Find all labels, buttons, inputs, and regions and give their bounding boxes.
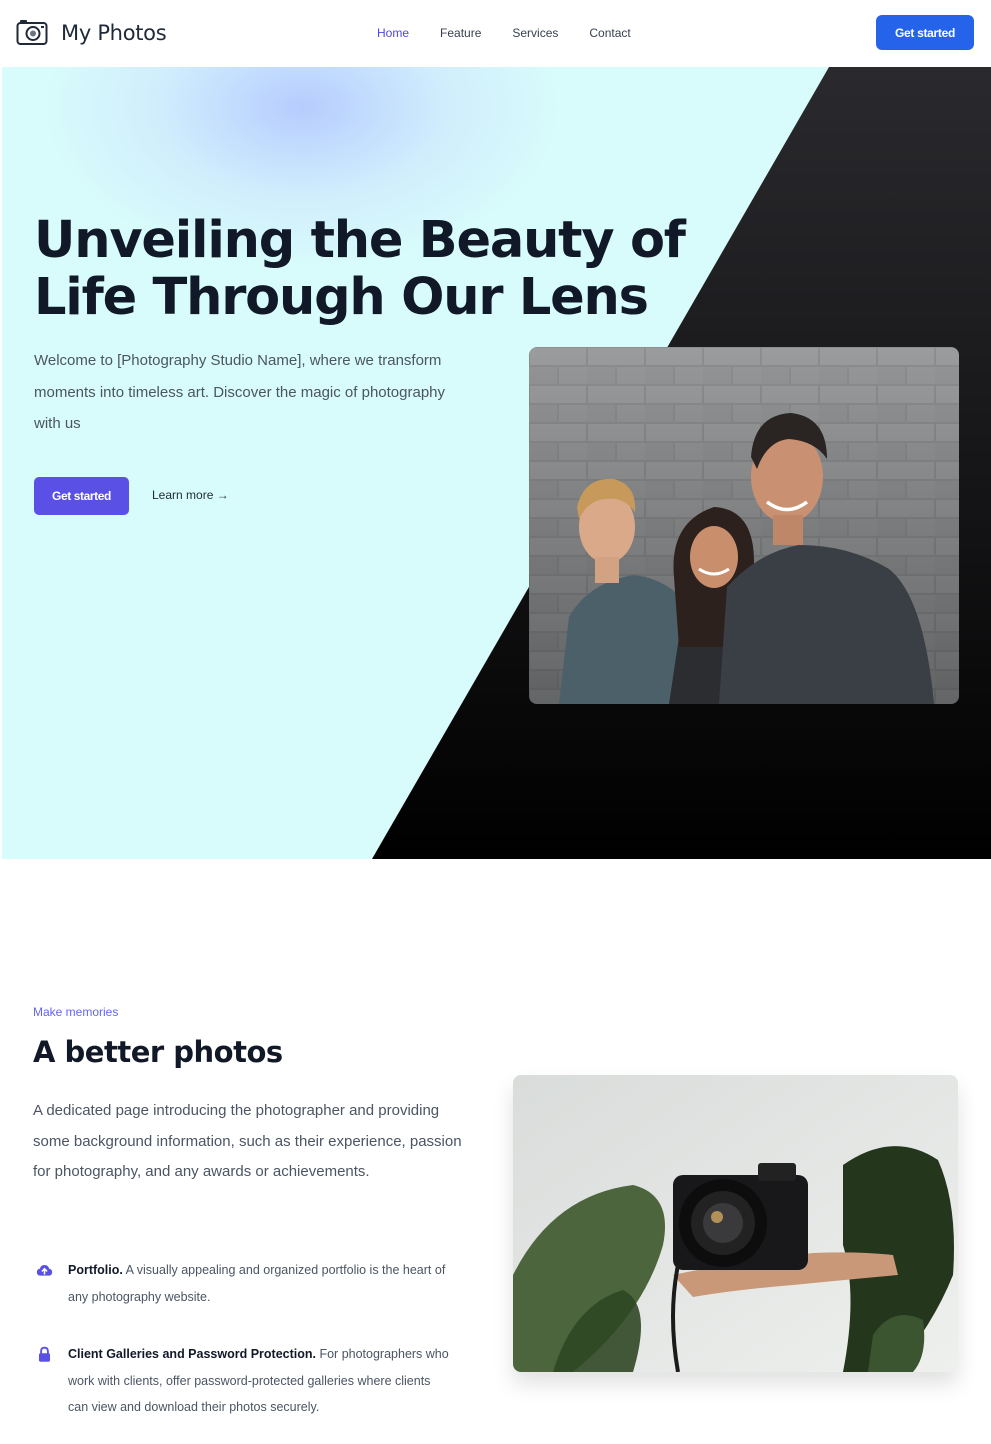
group-portrait-image [529,347,959,704]
hero-group-photo [529,347,959,704]
lock-icon [38,1346,51,1362]
section-title: A better photos [33,1035,283,1069]
feature-client-galleries-text: Client Galleries and Password Protection… [68,1341,453,1421]
photographer-camera-image [513,1075,958,1372]
nav-link-home[interactable]: Home [377,26,409,40]
feature-description: A visually appealing and organized portf… [68,1263,446,1304]
feature-client-galleries: Client Galleries and Password Protection… [33,1341,453,1421]
nav-link-contact[interactable]: Contact [589,26,630,40]
feature-name: Portfolio. [68,1263,123,1277]
camera-icon [16,20,48,45]
nav-get-started-button[interactable]: Get started [876,15,974,50]
hero-learn-more-link[interactable]: Learn more → [152,488,229,502]
brand-name: My Photos [61,21,167,45]
feature-portfolio: Portfolio. A visually appealing and orga… [33,1257,453,1310]
cloud-upload-icon [36,1264,53,1276]
hero-get-started-button[interactable]: Get started [34,477,129,515]
feature-name: Client Galleries and Password Protection… [68,1347,316,1361]
nav-links: Home Feature Services Contact [377,26,662,40]
nav-link-feature[interactable]: Feature [440,26,481,40]
nav-link-services[interactable]: Services [512,26,558,40]
hero-title: Unveiling the Beauty of Life Through Our… [34,211,686,327]
top-navbar: My Photos Home Feature Services Contact … [0,0,991,66]
hero-section: Unveiling the Beauty of Life Through Our… [2,67,991,859]
hero-subtitle: Welcome to [Photography Studio Name], wh… [34,352,446,432]
section-eyebrow: Make memories [33,1005,119,1019]
feature-portfolio-text: Portfolio. A visually appealing and orga… [68,1257,453,1310]
brand-logo[interactable]: My Photos [16,18,167,48]
section-description: A dedicated page introducing the photogr… [33,1102,462,1180]
camera-photo [513,1075,958,1372]
